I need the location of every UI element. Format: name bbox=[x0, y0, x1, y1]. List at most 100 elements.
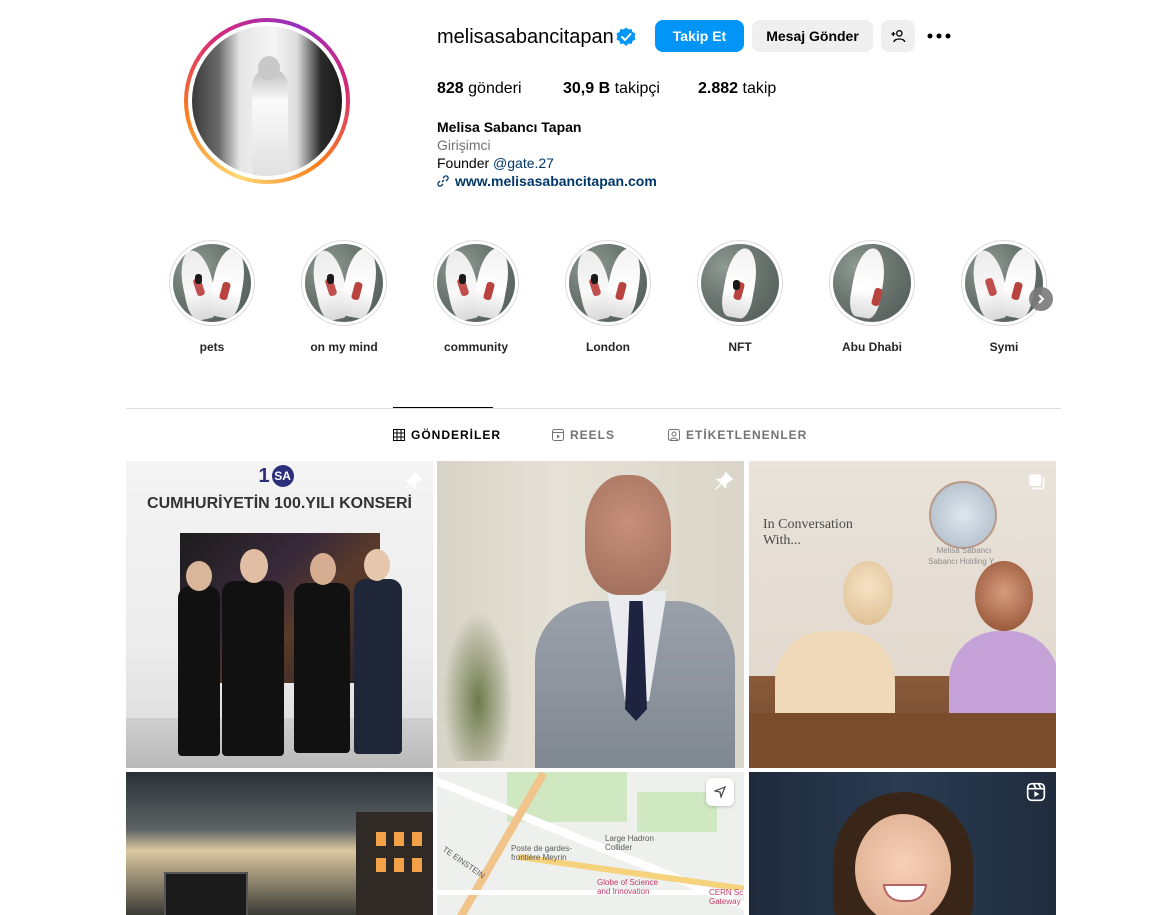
highlight-label: London bbox=[586, 340, 630, 354]
highlight-ring bbox=[829, 240, 915, 326]
post-caption-line: Melisa Sabancı bbox=[936, 546, 992, 555]
followers-count-label: takipçi bbox=[614, 80, 660, 97]
carousel-icon bbox=[1029, 474, 1045, 490]
tab-posts-label: GÖNDERİLER bbox=[411, 428, 502, 442]
map-label: Collider bbox=[605, 843, 633, 852]
post-tile[interactable]: 1 SA CUMHURİYETİN 100.YILI KONSERİ bbox=[126, 461, 433, 768]
highlight-label: pets bbox=[199, 340, 225, 354]
post-tile[interactable] bbox=[126, 772, 433, 915]
highlight-cover bbox=[965, 244, 1043, 322]
map-label: CERN Sc bbox=[709, 888, 744, 897]
followers-count-value: 30,9 B bbox=[563, 80, 611, 97]
active-tab-indicator bbox=[393, 407, 493, 408]
grid-icon bbox=[393, 429, 405, 441]
post-object bbox=[164, 872, 248, 915]
post-logo-text: 1 bbox=[258, 464, 270, 487]
following-count-value: 2.882 bbox=[698, 80, 739, 97]
profile-username: melisasabancitapan bbox=[437, 26, 614, 48]
map-label: Globe of Science bbox=[597, 878, 658, 887]
highlight-cover bbox=[833, 244, 911, 322]
post-text-line: With... bbox=[763, 533, 801, 548]
suggested-users-button[interactable] bbox=[881, 20, 915, 52]
highlight-label: Abu Dhabi bbox=[842, 340, 902, 354]
tagged-icon bbox=[668, 429, 680, 441]
more-icon bbox=[927, 33, 951, 39]
tab-reels[interactable]: REELS bbox=[552, 428, 615, 442]
posts-count: 828 gönderi bbox=[437, 80, 522, 98]
highlight-on-my-mind[interactable]: on my mind bbox=[301, 240, 387, 354]
following-count-label: takip bbox=[742, 80, 777, 97]
post-tile[interactable] bbox=[749, 772, 1056, 915]
more-options-button[interactable] bbox=[925, 23, 953, 49]
message-button[interactable]: Mesaj Gönder bbox=[752, 20, 873, 52]
map-label: Large Hadron bbox=[605, 834, 654, 843]
bio-mention-link[interactable]: @gate.27 bbox=[493, 155, 554, 171]
post-tile[interactable]: Large Hadron Collider Poste de gardes-fro… bbox=[437, 772, 744, 915]
post-logo-ring: SA bbox=[271, 465, 294, 487]
following-count[interactable]: 2.882 takip bbox=[698, 80, 776, 98]
tabs-divider bbox=[126, 408, 1061, 409]
map-label: and Innovation bbox=[597, 887, 650, 896]
pin-icon bbox=[715, 471, 734, 490]
post-logo: 1 SA bbox=[248, 463, 304, 489]
post-text-line: In Conversation bbox=[763, 517, 853, 532]
website-text: www.melisasabancitapan.com bbox=[455, 173, 657, 189]
avatar-figure bbox=[252, 68, 288, 176]
highlight-label: community bbox=[443, 340, 508, 354]
followers-count[interactable]: 30,9 B takipçi bbox=[563, 80, 660, 98]
bio-prefix: Founder bbox=[437, 155, 490, 171]
highlight-cover bbox=[569, 244, 647, 322]
post-head bbox=[585, 475, 671, 595]
link-icon bbox=[437, 175, 449, 187]
post-plant bbox=[443, 611, 513, 761]
post-overlay-text: CUMHURİYETİN 100.YILI KONSERİ bbox=[147, 495, 412, 512]
highlight-cover bbox=[437, 244, 515, 322]
post-overlay-text: In Conversation With... bbox=[763, 517, 853, 549]
posts-count-value: 828 bbox=[437, 80, 464, 97]
post-tile[interactable] bbox=[437, 461, 744, 768]
highlights-next-button[interactable] bbox=[1029, 287, 1053, 311]
profile-category: Girişimci bbox=[437, 137, 491, 153]
map-label: Gateway bbox=[709, 897, 741, 906]
highlight-ring bbox=[301, 240, 387, 326]
post-person-head bbox=[843, 561, 893, 625]
verified-badge-icon bbox=[616, 27, 636, 46]
map-compass bbox=[706, 778, 734, 806]
reels-icon bbox=[1026, 782, 1046, 802]
follow-button[interactable]: Takip Et bbox=[655, 20, 744, 52]
add-user-icon bbox=[891, 30, 906, 43]
highlight-ring bbox=[565, 240, 651, 326]
compass-icon bbox=[714, 786, 726, 798]
tab-tagged-label: ETİKETLENENLER bbox=[686, 428, 808, 442]
highlight-ring bbox=[169, 240, 255, 326]
post-table bbox=[749, 713, 1056, 768]
highlight-cover bbox=[173, 244, 251, 322]
profile-bio: Founder @gate.27 bbox=[437, 155, 554, 171]
highlight-ring bbox=[697, 240, 783, 326]
highlight-pets[interactable]: pets bbox=[169, 240, 255, 354]
highlight-cover bbox=[305, 244, 383, 322]
tab-tagged[interactable]: ETİKETLENENLER bbox=[668, 428, 807, 442]
posts-count-label: gönderi bbox=[468, 80, 522, 97]
profile-website-link[interactable]: www.melisasabancitapan.com bbox=[437, 173, 657, 189]
tab-posts[interactable]: GÖNDERİLER bbox=[393, 428, 501, 442]
highlight-label: Symi bbox=[989, 340, 1019, 354]
highlight-ring bbox=[433, 240, 519, 326]
highlight-abu-dhabi[interactable]: Abu Dhabi bbox=[829, 240, 915, 354]
map-label: frontière Meyrin bbox=[511, 853, 567, 862]
map-label: Poste de gardes- bbox=[511, 844, 572, 853]
avatar-head bbox=[258, 56, 280, 80]
highlight-community[interactable]: community bbox=[433, 240, 519, 354]
profile-avatar[interactable] bbox=[184, 18, 350, 184]
post-tile[interactable]: In Conversation With... Melisa Sabancı S… bbox=[749, 461, 1056, 768]
avatar-photo bbox=[192, 26, 342, 176]
highlight-london[interactable]: London bbox=[565, 240, 651, 354]
chevron-right-icon bbox=[1038, 294, 1045, 304]
highlight-label: on my mind bbox=[310, 340, 378, 354]
tab-reels-label: REELS bbox=[570, 428, 616, 442]
highlight-label: NFT bbox=[728, 340, 752, 354]
profile-full-name: Melisa Sabancı Tapan bbox=[437, 119, 582, 135]
highlight-nft[interactable]: NFT bbox=[697, 240, 783, 354]
pin-icon bbox=[404, 471, 423, 490]
highlight-ring bbox=[961, 240, 1047, 326]
